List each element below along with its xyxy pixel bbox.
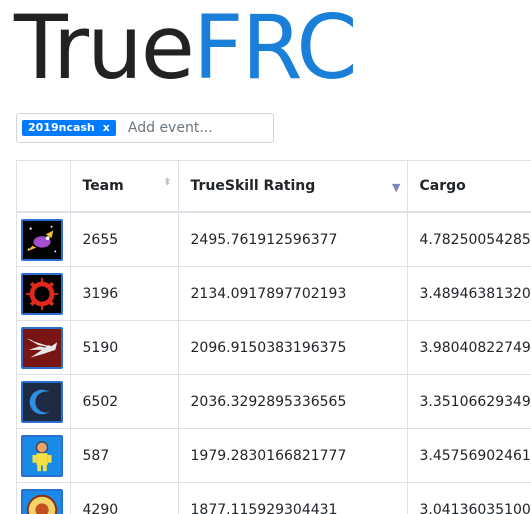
table-row[interactable]: 2655 2495.761912596377 4.782500542855 xyxy=(17,212,531,267)
column-header-cargo[interactable]: Cargo xyxy=(407,161,531,212)
column-header-team[interactable]: Team ⬍ xyxy=(70,161,178,212)
remove-event-button[interactable]: x xyxy=(103,120,110,136)
team-4290-avatar-icon xyxy=(21,489,63,514)
trueskill-value: 2495.761912596377 xyxy=(178,212,407,267)
cargo-value: 3.041360351000 xyxy=(407,483,531,514)
logo-frc-text: FRC xyxy=(193,0,356,99)
table-row[interactable]: 587 1979.2830166821777 3.457569024612 xyxy=(17,429,531,483)
trueskill-value: 2134.0917897702193 xyxy=(178,267,407,321)
sort-descending-icon[interactable]: ▼ xyxy=(392,181,400,194)
team-6502-avatar-icon xyxy=(21,381,63,423)
cargo-value: 3.980408227494 xyxy=(407,321,531,375)
event-filter[interactable]: 2019ncash x xyxy=(16,113,274,143)
cargo-value: 3.351066293498 xyxy=(407,375,531,429)
sort-icon[interactable]: ⬍ xyxy=(163,179,171,186)
logo-true-text: True xyxy=(14,0,193,99)
event-chip-label: 2019ncash xyxy=(28,120,95,136)
trueskill-value: 2036.3292895336565 xyxy=(178,375,407,429)
team-number[interactable]: 6502 xyxy=(70,375,178,429)
add-event-input[interactable] xyxy=(126,119,260,137)
cargo-value: 3.489463813201 xyxy=(407,267,531,321)
team-587-avatar-icon xyxy=(21,435,63,477)
column-header-trueskill-label: TrueSkill Rating xyxy=(191,178,316,194)
trueskill-value: 1979.2830166821777 xyxy=(178,429,407,483)
table-row[interactable]: 4290 1877.115929304431 3.041360351000 xyxy=(17,483,531,514)
team-number[interactable]: 4290 xyxy=(70,483,178,514)
avatar-cell xyxy=(17,483,70,514)
avatar-cell xyxy=(17,375,70,429)
table-header-row: Team ⬍ TrueSkill Rating ▼ Cargo xyxy=(17,161,531,212)
column-header-avatar xyxy=(17,161,70,212)
avatar-cell xyxy=(17,212,70,267)
team-5190-avatar-icon xyxy=(21,327,63,369)
team-number[interactable]: 5190 xyxy=(70,321,178,375)
column-header-cargo-label: Cargo xyxy=(420,178,466,194)
cargo-value: 3.457569024612 xyxy=(407,429,531,483)
table-row[interactable]: 6502 2036.3292895336565 3.351066293498 xyxy=(17,375,531,429)
team-2655-avatar-icon xyxy=(21,219,63,261)
team-3196-avatar-icon xyxy=(21,273,63,315)
table-row[interactable]: 3196 2134.0917897702193 3.489463813201 xyxy=(17,267,531,321)
team-number[interactable]: 587 xyxy=(70,429,178,483)
avatar-cell xyxy=(17,267,70,321)
column-header-team-label: Team xyxy=(83,178,124,194)
event-chip: 2019ncash x xyxy=(22,120,116,136)
cargo-value: 4.782500542855 xyxy=(407,212,531,267)
table-row[interactable]: 5190 2096.9150383196375 3.980408227494 xyxy=(17,321,531,375)
avatar-cell xyxy=(17,429,70,483)
truefrc-logo: TrueFRC xyxy=(14,0,356,96)
team-number[interactable]: 2655 xyxy=(70,212,178,267)
trueskill-value: 2096.9150383196375 xyxy=(178,321,407,375)
team-number[interactable]: 3196 xyxy=(70,267,178,321)
avatar-cell xyxy=(17,321,70,375)
rankings-table: Team ⬍ TrueSkill Rating ▼ Cargo xyxy=(16,160,531,514)
column-header-trueskill[interactable]: TrueSkill Rating ▼ xyxy=(178,161,407,212)
trueskill-value: 1877.115929304431 xyxy=(178,483,407,514)
